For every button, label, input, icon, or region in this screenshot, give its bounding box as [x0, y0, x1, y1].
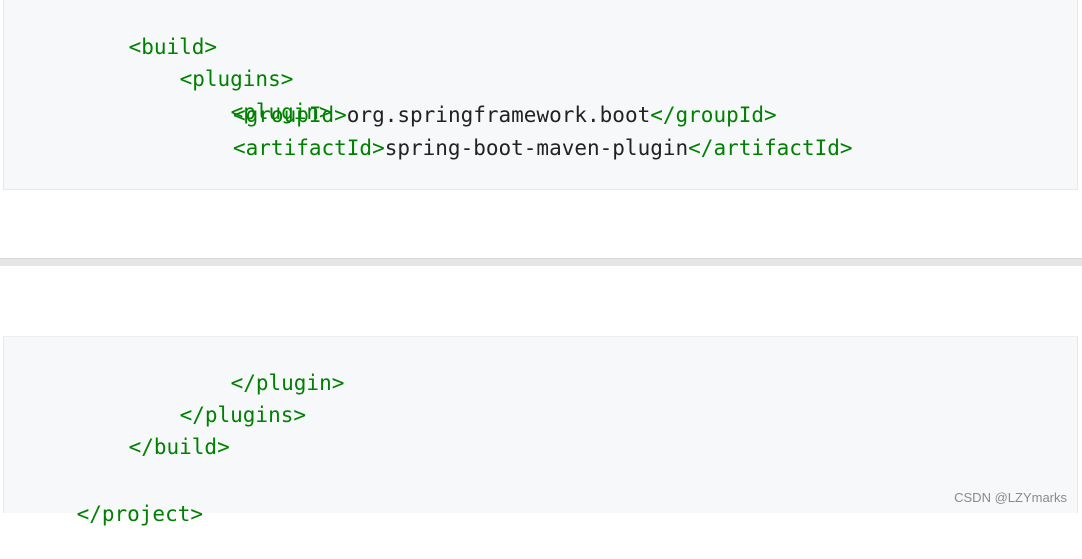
code-line-artifact-id: <artifactId>spring-boot-maven-plugin</ar…: [233, 133, 853, 163]
xml-tag: <artifactId>: [233, 136, 385, 160]
code-block-bottom: </plugin> </plugins> </build> </project>: [3, 336, 1078, 526]
xml-tag: </build>: [128, 435, 230, 459]
code-line-plugin-open: <plugin>: [180, 67, 332, 124]
xml-tag: </artifactId>: [688, 136, 853, 160]
code-block-top: <build> <plugins> <plugin> <groupId>org.…: [3, 0, 1078, 190]
xml-tag: <groupId>: [233, 103, 347, 127]
code-line-plugins-close: </plugins>: [129, 370, 306, 427]
code-line-plugins-open: <plugins>: [129, 34, 294, 91]
xml-text-value: spring-boot-maven-plugin: [384, 136, 689, 160]
watermark-text: CSDN @LZYmarks: [954, 490, 1067, 505]
code-line-build-open: <build>: [78, 2, 218, 59]
code-line-project-close: </project>: [26, 469, 203, 526]
divider: [0, 258, 1082, 266]
xml-tag: </project>: [76, 502, 204, 526]
code-line-plugin-close: </plugin>: [180, 338, 345, 395]
code-line-group-id: <groupId>org.springframework.boot</group…: [233, 100, 777, 130]
xml-text-value: org.springframework.boot: [346, 103, 651, 127]
xml-tag: </groupId>: [650, 103, 777, 127]
code-line-build-close: </build>: [78, 402, 230, 459]
